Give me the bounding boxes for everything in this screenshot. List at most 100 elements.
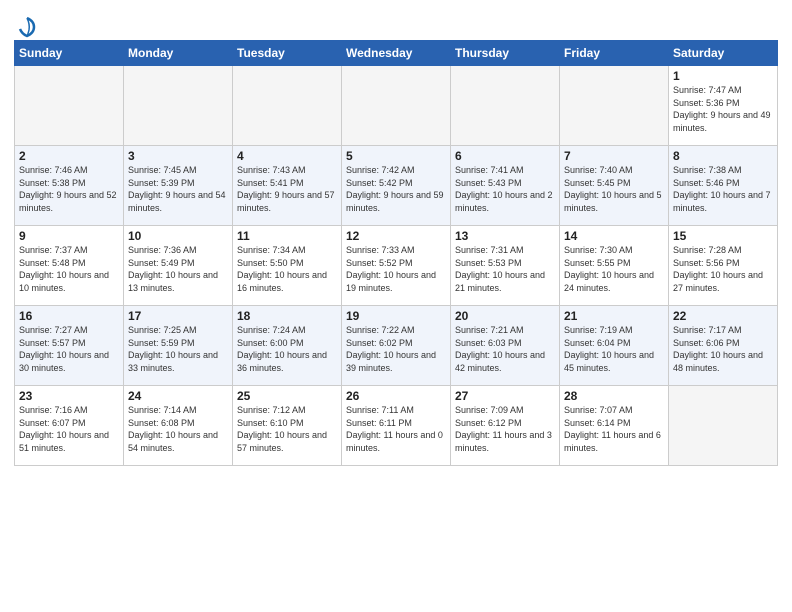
header bbox=[14, 12, 778, 34]
day-info: Sunrise: 7:27 AM Sunset: 5:57 PM Dayligh… bbox=[19, 324, 119, 374]
calendar-cell: 15Sunrise: 7:28 AM Sunset: 5:56 PM Dayli… bbox=[669, 226, 778, 306]
day-number: 23 bbox=[19, 389, 119, 403]
day-number: 15 bbox=[673, 229, 773, 243]
weekday-header-wednesday: Wednesday bbox=[342, 41, 451, 66]
calendar-cell: 26Sunrise: 7:11 AM Sunset: 6:11 PM Dayli… bbox=[342, 386, 451, 466]
day-number: 19 bbox=[346, 309, 446, 323]
day-info: Sunrise: 7:41 AM Sunset: 5:43 PM Dayligh… bbox=[455, 164, 555, 214]
day-info: Sunrise: 7:42 AM Sunset: 5:42 PM Dayligh… bbox=[346, 164, 446, 214]
day-number: 17 bbox=[128, 309, 228, 323]
day-number: 13 bbox=[455, 229, 555, 243]
calendar-cell: 7Sunrise: 7:40 AM Sunset: 5:45 PM Daylig… bbox=[560, 146, 669, 226]
day-info: Sunrise: 7:43 AM Sunset: 5:41 PM Dayligh… bbox=[237, 164, 337, 214]
calendar-cell bbox=[342, 66, 451, 146]
day-number: 12 bbox=[346, 229, 446, 243]
day-number: 27 bbox=[455, 389, 555, 403]
weekday-header-tuesday: Tuesday bbox=[233, 41, 342, 66]
day-number: 3 bbox=[128, 149, 228, 163]
weekday-header-friday: Friday bbox=[560, 41, 669, 66]
day-info: Sunrise: 7:36 AM Sunset: 5:49 PM Dayligh… bbox=[128, 244, 228, 294]
day-number: 21 bbox=[564, 309, 664, 323]
calendar-cell bbox=[15, 66, 124, 146]
day-info: Sunrise: 7:47 AM Sunset: 5:36 PM Dayligh… bbox=[673, 84, 773, 134]
calendar-cell: 4Sunrise: 7:43 AM Sunset: 5:41 PM Daylig… bbox=[233, 146, 342, 226]
calendar-cell: 24Sunrise: 7:14 AM Sunset: 6:08 PM Dayli… bbox=[124, 386, 233, 466]
calendar-cell bbox=[233, 66, 342, 146]
calendar-cell bbox=[124, 66, 233, 146]
calendar-cell: 8Sunrise: 7:38 AM Sunset: 5:46 PM Daylig… bbox=[669, 146, 778, 226]
calendar-cell bbox=[560, 66, 669, 146]
day-info: Sunrise: 7:28 AM Sunset: 5:56 PM Dayligh… bbox=[673, 244, 773, 294]
day-number: 7 bbox=[564, 149, 664, 163]
day-info: Sunrise: 7:25 AM Sunset: 5:59 PM Dayligh… bbox=[128, 324, 228, 374]
day-number: 28 bbox=[564, 389, 664, 403]
calendar-cell: 23Sunrise: 7:16 AM Sunset: 6:07 PM Dayli… bbox=[15, 386, 124, 466]
calendar-cell: 1Sunrise: 7:47 AM Sunset: 5:36 PM Daylig… bbox=[669, 66, 778, 146]
weekday-header-sunday: Sunday bbox=[15, 41, 124, 66]
calendar-cell bbox=[451, 66, 560, 146]
calendar-cell: 14Sunrise: 7:30 AM Sunset: 5:55 PM Dayli… bbox=[560, 226, 669, 306]
day-info: Sunrise: 7:45 AM Sunset: 5:39 PM Dayligh… bbox=[128, 164, 228, 214]
week-row-2: 2Sunrise: 7:46 AM Sunset: 5:38 PM Daylig… bbox=[15, 146, 778, 226]
day-number: 16 bbox=[19, 309, 119, 323]
day-info: Sunrise: 7:16 AM Sunset: 6:07 PM Dayligh… bbox=[19, 404, 119, 454]
day-info: Sunrise: 7:21 AM Sunset: 6:03 PM Dayligh… bbox=[455, 324, 555, 374]
weekday-header-monday: Monday bbox=[124, 41, 233, 66]
day-number: 18 bbox=[237, 309, 337, 323]
calendar-cell: 28Sunrise: 7:07 AM Sunset: 6:14 PM Dayli… bbox=[560, 386, 669, 466]
day-number: 4 bbox=[237, 149, 337, 163]
calendar-cell: 19Sunrise: 7:22 AM Sunset: 6:02 PM Dayli… bbox=[342, 306, 451, 386]
day-number: 25 bbox=[237, 389, 337, 403]
calendar-cell: 11Sunrise: 7:34 AM Sunset: 5:50 PM Dayli… bbox=[233, 226, 342, 306]
day-info: Sunrise: 7:11 AM Sunset: 6:11 PM Dayligh… bbox=[346, 404, 446, 454]
calendar-cell: 18Sunrise: 7:24 AM Sunset: 6:00 PM Dayli… bbox=[233, 306, 342, 386]
day-info: Sunrise: 7:17 AM Sunset: 6:06 PM Dayligh… bbox=[673, 324, 773, 374]
day-number: 10 bbox=[128, 229, 228, 243]
day-info: Sunrise: 7:30 AM Sunset: 5:55 PM Dayligh… bbox=[564, 244, 664, 294]
calendar-cell: 6Sunrise: 7:41 AM Sunset: 5:43 PM Daylig… bbox=[451, 146, 560, 226]
day-info: Sunrise: 7:12 AM Sunset: 6:10 PM Dayligh… bbox=[237, 404, 337, 454]
calendar-cell: 21Sunrise: 7:19 AM Sunset: 6:04 PM Dayli… bbox=[560, 306, 669, 386]
day-number: 2 bbox=[19, 149, 119, 163]
day-info: Sunrise: 7:33 AM Sunset: 5:52 PM Dayligh… bbox=[346, 244, 446, 294]
calendar-cell: 16Sunrise: 7:27 AM Sunset: 5:57 PM Dayli… bbox=[15, 306, 124, 386]
day-info: Sunrise: 7:34 AM Sunset: 5:50 PM Dayligh… bbox=[237, 244, 337, 294]
day-number: 24 bbox=[128, 389, 228, 403]
weekday-header-saturday: Saturday bbox=[669, 41, 778, 66]
week-row-4: 16Sunrise: 7:27 AM Sunset: 5:57 PM Dayli… bbox=[15, 306, 778, 386]
day-number: 8 bbox=[673, 149, 773, 163]
week-row-1: 1Sunrise: 7:47 AM Sunset: 5:36 PM Daylig… bbox=[15, 66, 778, 146]
day-number: 6 bbox=[455, 149, 555, 163]
week-row-3: 9Sunrise: 7:37 AM Sunset: 5:48 PM Daylig… bbox=[15, 226, 778, 306]
day-number: 1 bbox=[673, 69, 773, 83]
page: SundayMondayTuesdayWednesdayThursdayFrid… bbox=[0, 0, 792, 612]
day-info: Sunrise: 7:14 AM Sunset: 6:08 PM Dayligh… bbox=[128, 404, 228, 454]
logo bbox=[14, 16, 38, 34]
day-info: Sunrise: 7:07 AM Sunset: 6:14 PM Dayligh… bbox=[564, 404, 664, 454]
calendar-cell: 3Sunrise: 7:45 AM Sunset: 5:39 PM Daylig… bbox=[124, 146, 233, 226]
day-number: 9 bbox=[19, 229, 119, 243]
weekday-header-row: SundayMondayTuesdayWednesdayThursdayFrid… bbox=[15, 41, 778, 66]
calendar-cell: 12Sunrise: 7:33 AM Sunset: 5:52 PM Dayli… bbox=[342, 226, 451, 306]
weekday-header-thursday: Thursday bbox=[451, 41, 560, 66]
day-info: Sunrise: 7:24 AM Sunset: 6:00 PM Dayligh… bbox=[237, 324, 337, 374]
day-number: 11 bbox=[237, 229, 337, 243]
day-info: Sunrise: 7:40 AM Sunset: 5:45 PM Dayligh… bbox=[564, 164, 664, 214]
calendar-cell: 20Sunrise: 7:21 AM Sunset: 6:03 PM Dayli… bbox=[451, 306, 560, 386]
calendar-cell bbox=[669, 386, 778, 466]
day-info: Sunrise: 7:46 AM Sunset: 5:38 PM Dayligh… bbox=[19, 164, 119, 214]
calendar-cell: 2Sunrise: 7:46 AM Sunset: 5:38 PM Daylig… bbox=[15, 146, 124, 226]
calendar-table: SundayMondayTuesdayWednesdayThursdayFrid… bbox=[14, 40, 778, 466]
week-row-5: 23Sunrise: 7:16 AM Sunset: 6:07 PM Dayli… bbox=[15, 386, 778, 466]
calendar-cell: 13Sunrise: 7:31 AM Sunset: 5:53 PM Dayli… bbox=[451, 226, 560, 306]
day-info: Sunrise: 7:31 AM Sunset: 5:53 PM Dayligh… bbox=[455, 244, 555, 294]
day-number: 22 bbox=[673, 309, 773, 323]
calendar-cell: 10Sunrise: 7:36 AM Sunset: 5:49 PM Dayli… bbox=[124, 226, 233, 306]
day-info: Sunrise: 7:09 AM Sunset: 6:12 PM Dayligh… bbox=[455, 404, 555, 454]
day-info: Sunrise: 7:38 AM Sunset: 5:46 PM Dayligh… bbox=[673, 164, 773, 214]
day-number: 20 bbox=[455, 309, 555, 323]
day-number: 14 bbox=[564, 229, 664, 243]
day-number: 26 bbox=[346, 389, 446, 403]
calendar-cell: 17Sunrise: 7:25 AM Sunset: 5:59 PM Dayli… bbox=[124, 306, 233, 386]
calendar-cell: 25Sunrise: 7:12 AM Sunset: 6:10 PM Dayli… bbox=[233, 386, 342, 466]
